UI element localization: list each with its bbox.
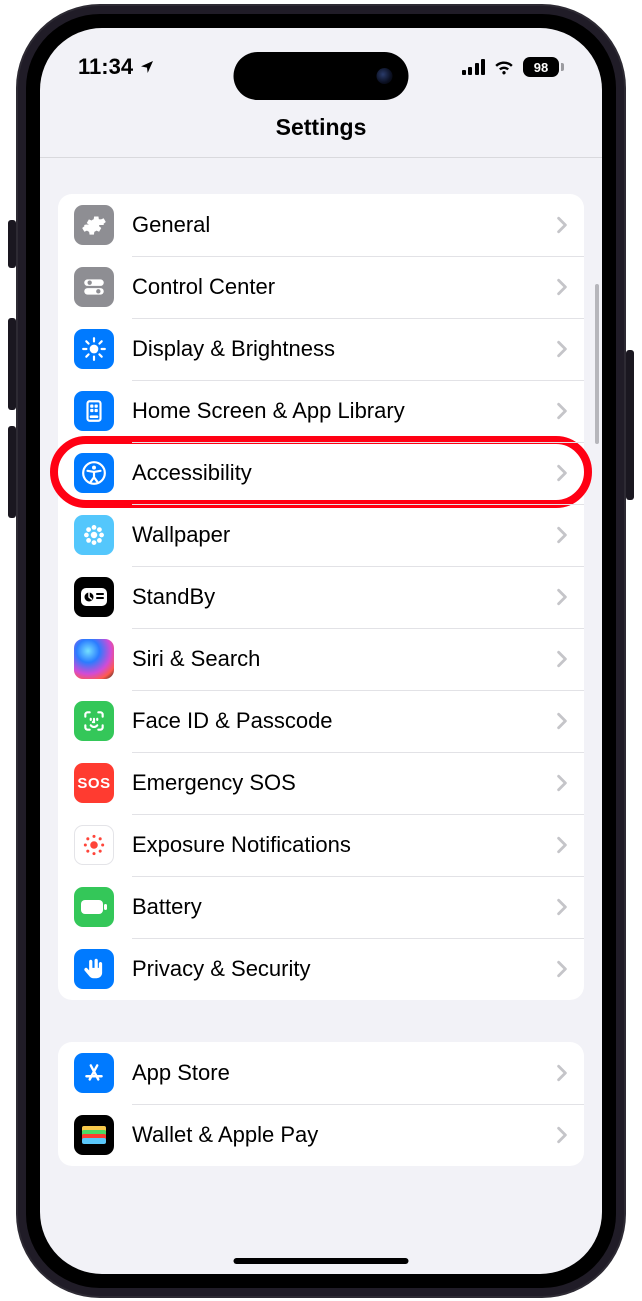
- chevron-right-icon: [556, 898, 568, 916]
- settings-row-label: General: [132, 212, 556, 238]
- chevron-right-icon: [556, 960, 568, 978]
- home-indicator[interactable]: [234, 1258, 409, 1264]
- chevron-right-icon: [556, 216, 568, 234]
- wallpaper-icon: [74, 515, 114, 555]
- location-icon: [139, 59, 155, 75]
- settings-group: General Control Center Display & Brightnes…: [58, 194, 584, 1000]
- exposure-icon: [74, 825, 114, 865]
- settings-row-label: Wallpaper: [132, 522, 556, 548]
- settings-row-label: Privacy & Security: [132, 956, 556, 982]
- settings-row-label: Exposure Notifications: [132, 832, 556, 858]
- chevron-right-icon: [556, 278, 568, 296]
- settings-row-label: App Store: [132, 1060, 556, 1086]
- settings-row-wallpaper[interactable]: Wallpaper: [58, 504, 584, 566]
- settings-row-label: StandBy: [132, 584, 556, 610]
- face-id-icon: [74, 701, 114, 741]
- chevron-right-icon: [556, 464, 568, 482]
- settings-row-emergency-sos[interactable]: SOS Emergency SOS: [58, 752, 584, 814]
- chevron-right-icon: [556, 1064, 568, 1082]
- dynamic-island: [234, 52, 409, 100]
- settings-row-siri-search[interactable]: Siri & Search: [58, 628, 584, 690]
- settings-row-label: Wallet & Apple Pay: [132, 1122, 556, 1148]
- settings-row-control-center[interactable]: Control Center: [58, 256, 584, 318]
- settings-row-battery[interactable]: Battery: [58, 876, 584, 938]
- gear-icon: [74, 205, 114, 245]
- power-button: [626, 350, 634, 500]
- page-title: Settings: [40, 114, 602, 158]
- home-screen-icon: [74, 391, 114, 431]
- settings-row-app-store[interactable]: App Store: [58, 1042, 584, 1104]
- chevron-right-icon: [556, 712, 568, 730]
- settings-row-privacy-security[interactable]: Privacy & Security: [58, 938, 584, 1000]
- phone-frame: 11:34: [18, 6, 624, 1296]
- chevron-right-icon: [556, 650, 568, 668]
- accessibility-icon: [74, 453, 114, 493]
- chevron-right-icon: [556, 774, 568, 792]
- volume-up-button: [8, 318, 16, 410]
- hand-icon: [74, 949, 114, 989]
- settings-row-standby[interactable]: StandBy: [58, 566, 584, 628]
- chevron-right-icon: [556, 836, 568, 854]
- settings-group: App Store Wallet & Apple Pay: [58, 1042, 584, 1166]
- volume-down-button: [8, 426, 16, 518]
- brightness-icon: [74, 329, 114, 369]
- settings-row-accessibility[interactable]: Accessibility: [58, 442, 584, 504]
- settings-row-label: Siri & Search: [132, 646, 556, 672]
- chevron-right-icon: [556, 526, 568, 544]
- settings-row-label: Home Screen & App Library: [132, 398, 556, 424]
- wifi-icon: [493, 59, 515, 75]
- settings-list[interactable]: General Control Center Display & Brightnes…: [40, 156, 602, 1274]
- settings-row-home-screen[interactable]: Home Screen & App Library: [58, 380, 584, 442]
- standby-icon: [74, 577, 114, 617]
- silence-switch: [8, 220, 16, 268]
- app-store-icon: [74, 1053, 114, 1093]
- settings-row-general[interactable]: General: [58, 194, 584, 256]
- siri-icon: [74, 639, 114, 679]
- sos-icon: SOS: [74, 763, 114, 803]
- settings-row-label: Battery: [132, 894, 556, 920]
- settings-row-label: Display & Brightness: [132, 336, 556, 362]
- settings-row-face-id[interactable]: Face ID & Passcode: [58, 690, 584, 752]
- battery-percent: 98: [534, 60, 548, 75]
- settings-row-label: Face ID & Passcode: [132, 708, 556, 734]
- cellular-signal-icon: [462, 59, 486, 75]
- chevron-right-icon: [556, 402, 568, 420]
- chevron-right-icon: [556, 340, 568, 358]
- settings-row-display-brightness[interactable]: Display & Brightness: [58, 318, 584, 380]
- chevron-right-icon: [556, 588, 568, 606]
- settings-row-wallet[interactable]: Wallet & Apple Pay: [58, 1104, 584, 1166]
- settings-row-exposure[interactable]: Exposure Notifications: [58, 814, 584, 876]
- scroll-indicator[interactable]: [595, 284, 599, 444]
- status-time: 11:34: [78, 54, 133, 80]
- settings-row-label: Accessibility: [132, 460, 556, 486]
- chevron-right-icon: [556, 1126, 568, 1144]
- settings-row-label: Emergency SOS: [132, 770, 556, 796]
- battery-icon: [74, 887, 114, 927]
- battery-indicator: 98: [523, 57, 564, 77]
- settings-row-label: Control Center: [132, 274, 556, 300]
- wallet-icon: [74, 1115, 114, 1155]
- control-center-icon: [74, 267, 114, 307]
- screen: 11:34: [40, 28, 602, 1274]
